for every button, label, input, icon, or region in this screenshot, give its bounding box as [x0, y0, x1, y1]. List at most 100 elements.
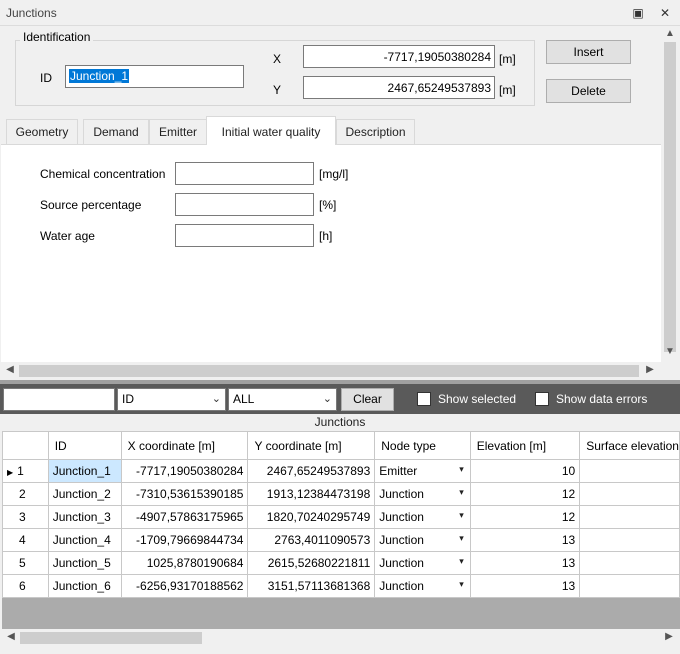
junctions-table: ID X coordinate [m] Y coordinate [m] Nod…	[2, 431, 680, 598]
water-quality-panel: Chemical concentration [mg/l] Source per…	[1, 144, 661, 362]
row-number[interactable]: 2	[2, 482, 49, 506]
chemical-concentration-field[interactable]	[175, 162, 314, 185]
chevron-down-icon: ⌄	[211, 393, 221, 405]
vertical-scroll-thumb[interactable]	[664, 42, 676, 352]
cell-elevation[interactable]: 12	[469, 505, 581, 529]
cell-x-coordinate[interactable]: -7310,53615390185	[120, 482, 249, 506]
row-number-label: 4	[19, 533, 26, 547]
show-data-errors-label: Show data errors	[556, 392, 648, 406]
row-number[interactable]: 3	[2, 505, 49, 529]
row-number[interactable]: ▶ 1	[2, 459, 49, 483]
show-data-errors-checkbox[interactable]	[535, 392, 549, 406]
delete-button[interactable]: Delete	[546, 79, 631, 103]
table-row[interactable]: 4 Junction_4 -1709,79669844734 2763,4011090…	[2, 528, 680, 552]
cell-elevation[interactable]: 10	[469, 459, 581, 483]
row-number[interactable]: 4	[2, 528, 49, 552]
dropdown-arrow-icon[interactable]: ▾	[459, 556, 466, 567]
source-percentage-field[interactable]	[175, 193, 314, 216]
table-row[interactable]: ▶ 1 Junction_1 -7717,19050380284 2467,652495…	[2, 459, 680, 483]
grid-scroll-thumb[interactable]	[20, 632, 202, 644]
table-row[interactable]: 2 Junction_2 -7310,53615390185 1913,1238447…	[2, 482, 680, 506]
cell-node-type[interactable]: Junction ▾	[374, 528, 471, 552]
tab-demand[interactable]: Demand	[83, 119, 149, 144]
scroll-down-icon[interactable]: ▼	[663, 346, 677, 357]
show-selected-checkbox[interactable]	[417, 392, 431, 406]
cell-surface-elevation[interactable]	[579, 482, 680, 506]
tab-emitter[interactable]: Emitter	[149, 119, 207, 144]
table-row[interactable]: 6 Junction_6 -6256,93170188562 3151,5711368…	[2, 574, 680, 598]
dropdown-arrow-icon[interactable]: ▾	[459, 510, 466, 521]
column-header-surface-elevation[interactable]: Surface elevation	[579, 431, 680, 460]
column-header-y-coordinate[interactable]: Y coordinate [m]	[247, 431, 376, 460]
scroll-up-icon[interactable]: ▲	[663, 28, 677, 39]
restore-icon[interactable]: ▣	[630, 5, 646, 21]
scroll-right-icon[interactable]: ▶	[662, 631, 676, 642]
cell-elevation[interactable]: 13	[469, 574, 581, 598]
cell-x-coordinate[interactable]: -6256,93170188562	[120, 574, 249, 598]
cell-node-type[interactable]: Junction ▾	[374, 551, 471, 575]
cell-id[interactable]: Junction_6	[47, 574, 122, 598]
cell-x-coordinate[interactable]: -7717,19050380284	[120, 459, 249, 483]
insert-button[interactable]: Insert	[546, 40, 631, 64]
cell-y-coordinate[interactable]: 2467,65249537893	[247, 459, 376, 483]
cell-surface-elevation[interactable]	[579, 528, 680, 552]
node-type-value: Junction	[379, 579, 424, 593]
filter-field-select[interactable]: ID ⌄	[117, 388, 226, 411]
cell-x-coordinate[interactable]: -4907,57863175965	[120, 505, 249, 529]
column-header-x-coordinate[interactable]: X coordinate [m]	[120, 431, 249, 460]
x-coordinate-field[interactable]: -7717,19050380284	[303, 45, 495, 68]
cell-id[interactable]: Junction_1	[47, 459, 122, 483]
properties-vertical-scrollbar[interactable]: ▲ ▼	[661, 26, 679, 366]
filter-search-input[interactable]	[3, 388, 115, 411]
cell-elevation[interactable]: 12	[469, 482, 581, 506]
row-number[interactable]: 5	[2, 551, 49, 575]
cell-node-type[interactable]: Junction ▾	[374, 574, 471, 598]
id-field[interactable]: Junction_1	[65, 65, 244, 88]
close-icon[interactable]: ✕	[657, 5, 673, 21]
cell-surface-elevation[interactable]	[579, 574, 680, 598]
cell-x-coordinate[interactable]: -1709,79669844734	[120, 528, 249, 552]
row-number[interactable]: 6	[2, 574, 49, 598]
cell-y-coordinate[interactable]: 2763,4011090573	[247, 528, 376, 552]
properties-horizontal-scrollbar[interactable]: ◀ ▶	[1, 362, 661, 380]
scroll-right-icon[interactable]: ▶	[643, 364, 657, 375]
cell-surface-elevation[interactable]	[579, 505, 680, 529]
tab-initial-water-quality[interactable]: Initial water quality	[206, 116, 336, 145]
cell-surface-elevation[interactable]	[579, 459, 680, 483]
cell-node-type[interactable]: Junction ▾	[374, 482, 471, 506]
cell-id[interactable]: Junction_4	[47, 528, 122, 552]
cell-id[interactable]: Junction_2	[47, 482, 122, 506]
cell-surface-elevation[interactable]	[579, 551, 680, 575]
cell-y-coordinate[interactable]: 1820,70240295749	[247, 505, 376, 529]
filter-scope-select[interactable]: ALL ⌄	[228, 388, 337, 411]
table-row[interactable]: 5 Junction_5 1025,8780190684 2615,526802218…	[2, 551, 680, 575]
dropdown-arrow-icon[interactable]: ▾	[459, 487, 466, 498]
cell-x-coordinate[interactable]: 1025,8780190684	[120, 551, 249, 575]
tab-geometry[interactable]: Geometry	[6, 119, 78, 144]
cell-node-type[interactable]: Junction ▾	[374, 505, 471, 529]
scroll-left-icon[interactable]: ◀	[4, 631, 18, 642]
tab-description[interactable]: Description	[336, 119, 415, 144]
column-header-elevation[interactable]: Elevation [m]	[469, 431, 581, 460]
cell-id[interactable]: Junction_5	[47, 551, 122, 575]
cell-node-type[interactable]: Emitter ▾	[374, 459, 471, 483]
cell-elevation[interactable]: 13	[469, 528, 581, 552]
cell-y-coordinate[interactable]: 3151,57113681368	[247, 574, 376, 598]
cell-y-coordinate[interactable]: 2615,52680221811	[247, 551, 376, 575]
y-coordinate-field[interactable]: 2467,65249537893	[303, 76, 495, 99]
y-unit: [m]	[499, 83, 516, 97]
table-row[interactable]: 3 Junction_3 -4907,57863175965 1820,7024029…	[2, 505, 680, 529]
grid-horizontal-scrollbar[interactable]: ◀ ▶	[2, 629, 680, 647]
water-age-field[interactable]	[175, 224, 314, 247]
column-header-id[interactable]: ID	[47, 431, 122, 460]
scroll-left-icon[interactable]: ◀	[3, 364, 17, 375]
dropdown-arrow-icon[interactable]: ▾	[459, 579, 466, 590]
cell-elevation[interactable]: 13	[469, 551, 581, 575]
dropdown-arrow-icon[interactable]: ▾	[459, 533, 466, 544]
dropdown-arrow-icon[interactable]: ▾	[459, 464, 466, 475]
column-header-node-type[interactable]: Node type	[374, 431, 471, 460]
horizontal-scroll-thumb[interactable]	[19, 365, 639, 377]
cell-id[interactable]: Junction_3	[47, 505, 122, 529]
cell-y-coordinate[interactable]: 1913,12384473198	[247, 482, 376, 506]
clear-filter-button[interactable]: Clear	[341, 388, 394, 411]
